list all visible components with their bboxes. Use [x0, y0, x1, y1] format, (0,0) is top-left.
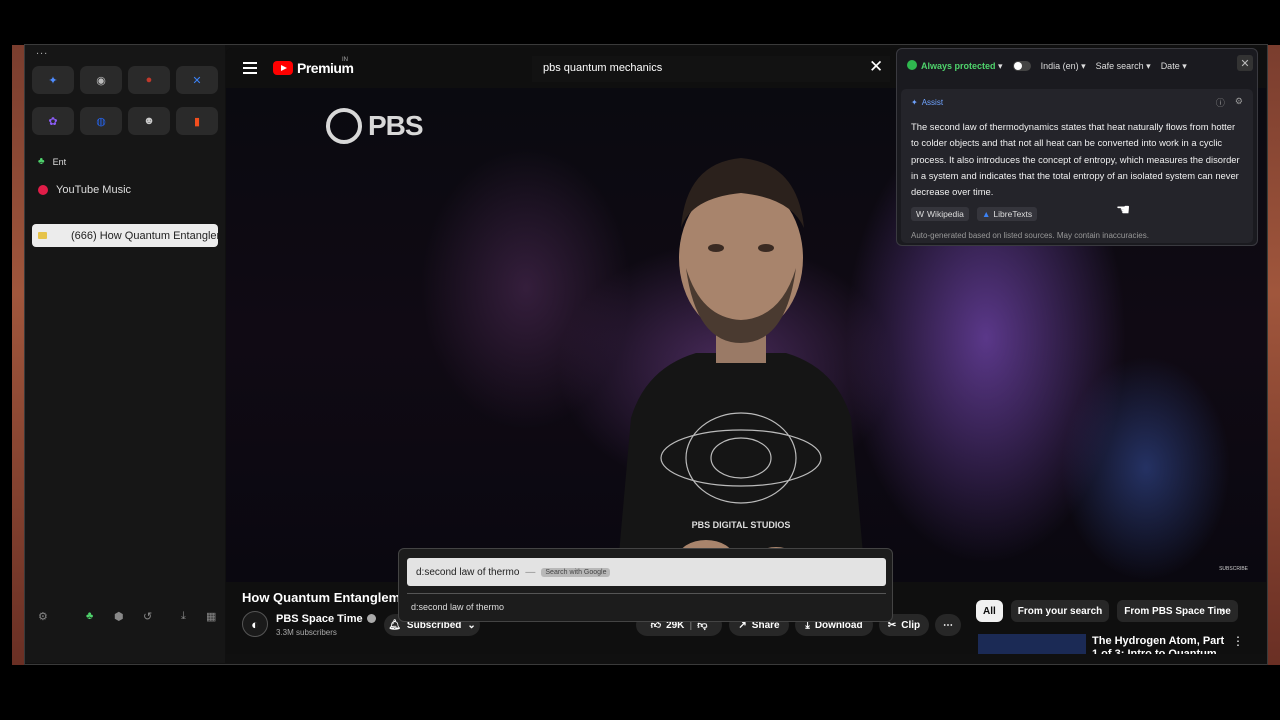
- channel-name[interactable]: PBS Space Time: [276, 613, 376, 625]
- hand-cursor-icon: ☚: [1116, 202, 1131, 219]
- sidebar-item-label: Ent: [52, 156, 67, 167]
- assist-tools: ⓘ ⚙: [1216, 96, 1243, 109]
- assist-label: Assist: [921, 98, 944, 107]
- extension-icon[interactable]: ♣: [86, 610, 93, 622]
- recommended-title[interactable]: The Hydrogen Atom, Part 1 of 3: Intro to…: [1092, 635, 1232, 654]
- video-title: How Quantum Entanglement Works: [242, 590, 400, 605]
- sidebar-item-label: YouTube Music: [56, 184, 132, 196]
- verified-icon: [366, 614, 376, 623]
- youtube-music-icon: [38, 185, 48, 195]
- command-bar-popup: d:second law of thermo — Search with Goo…: [398, 548, 893, 622]
- plant-icon: ♣: [38, 156, 45, 167]
- shirt-print-text: PBS DIGITAL STUDIOS: [692, 520, 791, 530]
- pinned-gear-app-icon[interactable]: ✿: [32, 107, 74, 135]
- pinned-blue-app-icon[interactable]: ◍: [80, 107, 122, 135]
- pinned-circle-app-icon[interactable]: ◉: [80, 66, 122, 94]
- channel-name-text: PBS Space Time: [276, 613, 363, 625]
- date-dropdown[interactable]: Date ▾: [1161, 61, 1187, 72]
- safe-search-label: Safe search: [1095, 60, 1144, 71]
- shield-small-icon[interactable]: ⬢: [114, 610, 124, 623]
- search-with-google-hint: Search with Google: [541, 567, 611, 577]
- wikipedia-icon: W: [916, 209, 925, 219]
- shield-check-icon: [907, 60, 917, 70]
- region-toggle[interactable]: [1012, 61, 1031, 71]
- source-wikipedia[interactable]: W Wikipedia: [911, 207, 969, 221]
- command-bar-value: d:second law of thermo: [416, 566, 520, 578]
- sidebar-item-youtube-music[interactable]: YouTube Music: [38, 184, 131, 196]
- search-input[interactable]: pbs quantum mechanics: [543, 62, 662, 74]
- youtube-favicon-icon: [38, 232, 47, 239]
- safe-search-dropdown[interactable]: Safe search ▾: [1096, 61, 1151, 72]
- region-dropdown[interactable]: India (en) ▾: [1041, 61, 1086, 72]
- region-label: India (en): [1040, 60, 1079, 71]
- libretexts-icon: ▲: [982, 209, 991, 219]
- gear-icon[interactable]: ⚙: [1235, 96, 1243, 109]
- bell-icon: 🔔︎: [388, 619, 401, 631]
- channel-subscribers: 3.3M subscribers: [276, 628, 337, 637]
- source-label: LibreTexts: [993, 209, 1033, 219]
- recommended-more-icon[interactable]: ⋮: [1232, 634, 1244, 648]
- assist-sparkle-icon: ✦: [911, 98, 918, 107]
- chip-from-channel[interactable]: From PBS Space Time: [1117, 600, 1238, 622]
- assist-answer: The second law of thermodynamics states …: [911, 121, 1240, 198]
- sidebar-tab-label: (666) How Quantum Entanglement Works: [71, 229, 218, 242]
- presenter-figure: PBS DIGITAL STUDIOS: [616, 158, 866, 582]
- clear-search-icon[interactable]: ✕: [869, 58, 883, 75]
- assist-header: ✦ Assist: [911, 98, 943, 107]
- date-label: Date: [1160, 60, 1180, 71]
- command-bar-input[interactable]: d:second law of thermo — Search with Goo…: [407, 558, 886, 586]
- sidebar-menu-dots[interactable]: ...: [36, 45, 48, 57]
- assist-disclaimer: Auto-generated based on listed sources. …: [911, 231, 1149, 240]
- region-badge: IN: [342, 57, 348, 63]
- protection-dropdown[interactable]: Always protected ▾: [907, 60, 1003, 72]
- desktop: ... ✦ ◉ ● ✕ ✿ ◍ ☻ ▮ ♣ Ent YouTube Music …: [0, 0, 1280, 720]
- chevron-right-icon[interactable]: ›: [1221, 604, 1225, 619]
- grid-icon[interactable]: ▦: [206, 610, 216, 623]
- download-icon[interactable]: ⤓: [181, 610, 186, 623]
- chip-from-search[interactable]: From your search: [1010, 600, 1110, 622]
- search-options-bar: Always protected ▾ India (en) ▾ Safe sea…: [907, 60, 1187, 72]
- menu-icon[interactable]: [243, 62, 257, 74]
- pinned-mask-app-icon[interactable]: ☻: [128, 107, 170, 135]
- related-chips: All From your search From PBS Space Time: [976, 600, 1238, 622]
- pinned-sparkle-icon[interactable]: ✦: [32, 66, 74, 94]
- recommended-thumbnail[interactable]: [978, 634, 1086, 654]
- history-icon[interactable]: ↺: [143, 610, 152, 623]
- close-icon[interactable]: ✕: [1237, 55, 1253, 71]
- youtube-play-icon: [273, 61, 293, 75]
- assist-card: ✦ Assist ⓘ ⚙ The second law of thermodyna…: [901, 89, 1253, 243]
- desktop-wallpaper-right: [1266, 45, 1280, 665]
- info-icon[interactable]: ⓘ: [1216, 96, 1225, 109]
- settings-icon[interactable]: ⚙: [38, 610, 48, 623]
- pbs-watermark: PBS: [326, 108, 424, 144]
- command-bar-suggestion[interactable]: d:second law of thermo: [411, 602, 504, 612]
- sidebar-tab-active[interactable]: (666) How Quantum Entanglement Works: [32, 224, 218, 247]
- pinned-butterfly-icon[interactable]: ✕: [176, 66, 218, 94]
- source-libretexts[interactable]: ▲ LibreTexts: [977, 207, 1038, 221]
- sidebar-item-ent[interactable]: ♣ Ent: [38, 156, 66, 167]
- pbs-logo-text: PBS: [368, 110, 424, 141]
- subscribe-watermark: SUBSCRIBE: [1219, 566, 1248, 572]
- browser-sidebar: [25, 45, 225, 663]
- source-label: Wikipedia: [927, 209, 964, 219]
- protection-label: Always protected: [921, 61, 996, 71]
- chip-all[interactable]: All: [976, 600, 1003, 622]
- pinned-red-app-icon[interactable]: ●: [128, 66, 170, 94]
- clip-label: Clip: [901, 619, 921, 631]
- command-bar-divider: [407, 593, 886, 594]
- more-actions-button[interactable]: ⋯: [935, 614, 961, 636]
- search-assist-panel: Always protected ▾ India (en) ▾ Safe sea…: [896, 48, 1258, 246]
- more-icon: ⋯: [943, 619, 953, 631]
- pinned-figma-icon[interactable]: ▮: [176, 107, 218, 135]
- pbs-head-icon: [326, 108, 362, 144]
- channel-avatar[interactable]: ◐: [242, 611, 268, 637]
